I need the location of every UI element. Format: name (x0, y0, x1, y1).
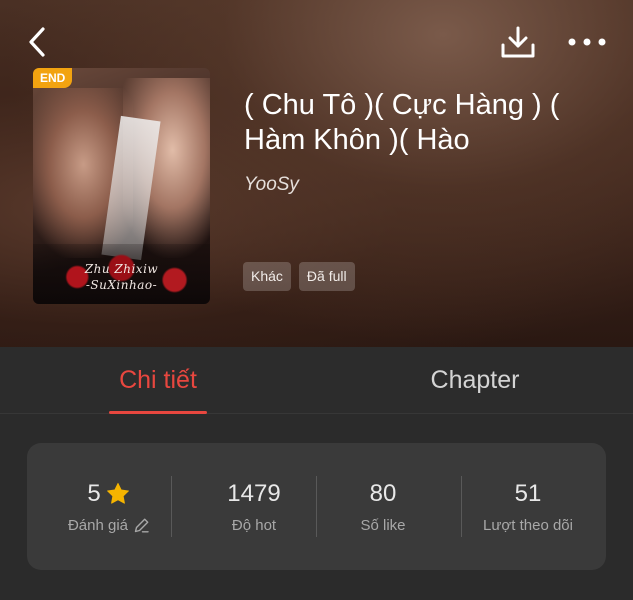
stat-followers: 51 Lượt theo dõi (456, 443, 600, 570)
book-header: Zhu Zhixiw -SuXinhao- END ( Chu Tô )( Cự… (0, 0, 633, 347)
rating-value: 5 (87, 480, 101, 507)
likes-label: Số like (360, 517, 406, 534)
cover-caption-line1: Zhu Zhixiw (84, 262, 159, 276)
cover-caption-line2: -SuXinhao- (85, 278, 158, 292)
rating-label-row: Đánh giá (68, 517, 150, 534)
hot-label: Độ hot (231, 517, 277, 534)
status-badge: END (33, 68, 73, 88)
stat-likes: 80 Số like (311, 443, 455, 570)
more-options-button[interactable] (562, 20, 612, 64)
tag-list: Khác Đã full (243, 262, 355, 291)
followers-label: Lượt theo dõi (483, 517, 573, 534)
chevron-left-icon (29, 27, 45, 57)
book-cover[interactable]: Zhu Zhixiw -SuXinhao- (33, 68, 210, 304)
download-button[interactable] (496, 20, 540, 64)
followers-value: 51 (514, 480, 542, 507)
stat-divider (171, 476, 172, 537)
book-title: ( Chu Tô )( Cực Hàng ) ( Hàm Khôn )( Hào (244, 89, 560, 156)
book-author[interactable]: YooSy (244, 174, 299, 196)
rating-label: Đánh giá (67, 517, 129, 534)
tag-status[interactable]: Đã full (298, 262, 355, 291)
cover-caption: Zhu Zhixiw -SuXinhao- (33, 261, 210, 293)
back-button[interactable] (20, 22, 56, 62)
tag-genre[interactable]: Khác (243, 262, 291, 291)
top-bar (0, 18, 633, 64)
hot-value: 1479 (227, 480, 281, 507)
download-icon (501, 26, 535, 58)
rating-value-row: 5 (87, 479, 130, 509)
likes-value: 80 (369, 480, 397, 507)
tab-detail[interactable]: Chi tiết (108, 347, 208, 414)
star-icon (106, 482, 129, 504)
stat-hot: 1479 Độ hot (182, 443, 326, 570)
pencil-icon (134, 518, 149, 533)
active-tab-indicator (109, 411, 207, 414)
more-horizontal-icon (568, 38, 606, 46)
tab-chapter[interactable]: Chapter (410, 347, 540, 414)
stat-rating[interactable]: 5 Đánh giá (37, 443, 181, 570)
stats-card: 5 Đánh giá 1479 Độ hot 80 Số like 51 Lượ… (27, 443, 606, 570)
tab-bar: Chi tiết Chapter (0, 347, 633, 414)
